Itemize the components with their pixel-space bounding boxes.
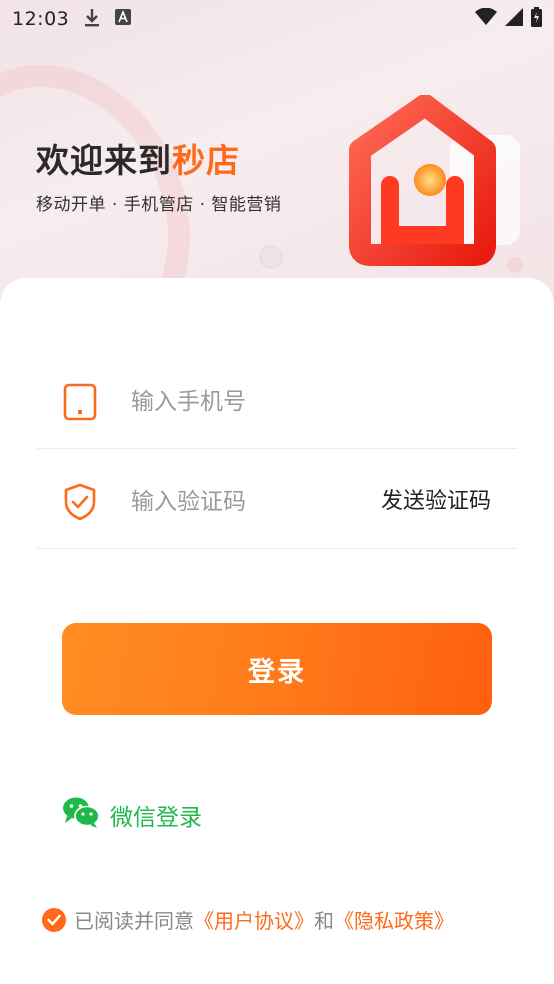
phone-field xyxy=(37,353,517,449)
welcome-title-brand: 秒店 xyxy=(172,141,240,180)
battery-icon xyxy=(531,7,542,31)
wifi-icon xyxy=(475,7,497,30)
hero-banner: 12:03 欢迎来到秒店 移动开单 · 手机管店 · 智能营销 xyxy=(0,0,554,300)
login-button[interactable]: 登录 xyxy=(62,623,492,715)
welcome-title: 欢迎来到秒店 xyxy=(36,134,240,182)
download-icon xyxy=(83,7,101,31)
status-time: 12:03 xyxy=(12,8,70,30)
wechat-login-label: 微信登录 xyxy=(110,805,202,831)
verification-code-field: 发送验证码 xyxy=(37,453,517,549)
agreement-checkbox[interactable] xyxy=(42,907,66,932)
decorative-bubble xyxy=(259,245,283,269)
welcome-subtitle: 移动开单 · 手机管店 · 智能营销 xyxy=(36,195,282,215)
agreement-row: 已阅读并同意 《用户协议》和《隐私政策》 xyxy=(42,905,454,934)
a-font-icon xyxy=(115,9,132,29)
shield-check-icon xyxy=(63,483,97,525)
agreement-and: 和 xyxy=(314,909,334,933)
agreement-prefix: 已阅读并同意 xyxy=(74,909,194,933)
wechat-icon xyxy=(62,796,100,834)
welcome-title-prefix: 欢迎来到 xyxy=(36,141,172,180)
phone-icon xyxy=(63,383,97,425)
send-code-button[interactable]: 发送验证码 xyxy=(381,483,491,515)
verification-code-input[interactable] xyxy=(129,479,393,525)
wechat-login-link[interactable]: 微信登录 xyxy=(62,796,202,834)
status-bar: 12:03 xyxy=(0,0,554,38)
checkmark-icon xyxy=(47,914,61,925)
phone-input[interactable] xyxy=(129,379,393,425)
signal-icon xyxy=(505,8,523,30)
brand-logo-3d xyxy=(349,95,523,273)
user-agreement-link[interactable]: 《用户协议》 xyxy=(194,905,314,934)
privacy-policy-link[interactable]: 《隐私政策》 xyxy=(334,905,454,934)
